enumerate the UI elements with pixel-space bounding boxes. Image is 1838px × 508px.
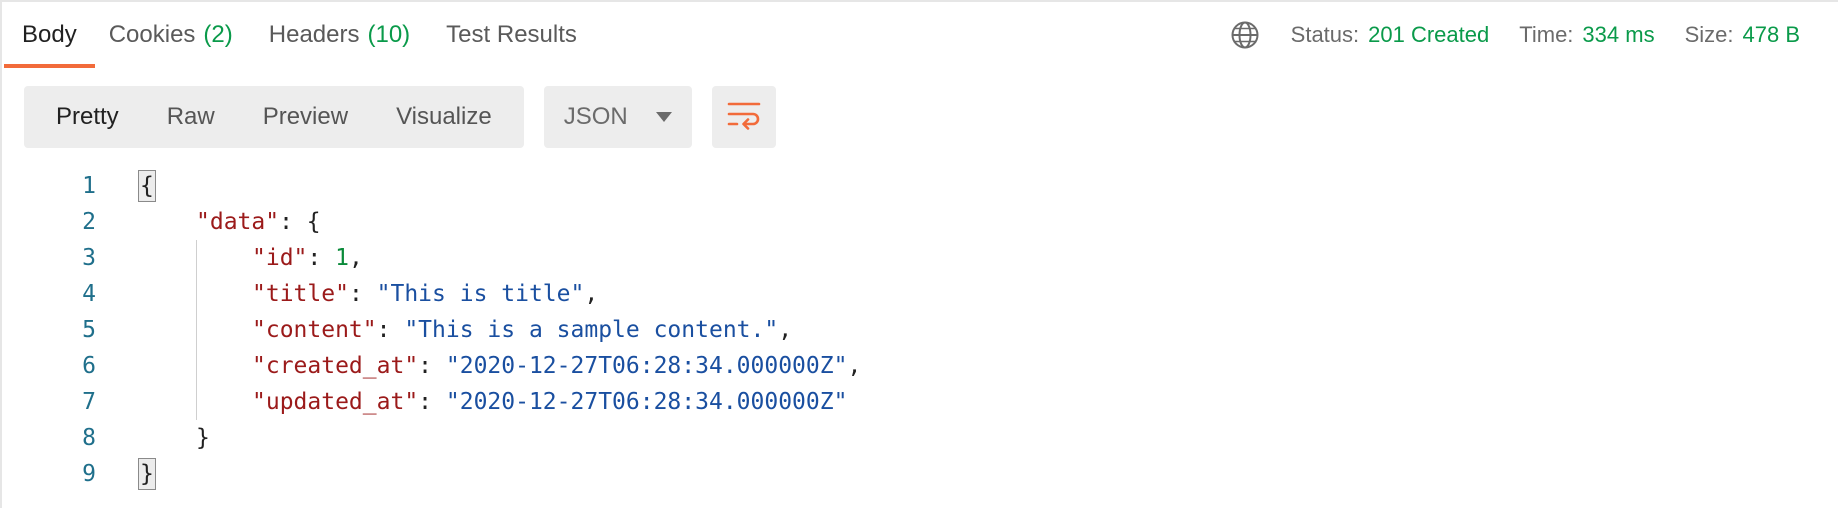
line-number: 3 <box>82 245 96 271</box>
close-brace: } <box>138 458 156 490</box>
view-preview-button[interactable]: Preview <box>239 94 372 140</box>
json-number: 1 <box>335 245 349 271</box>
view-visualize-button[interactable]: Visualize <box>372 94 516 140</box>
json-string: "2020-12-27T06:28:34.000000Z" <box>445 353 848 379</box>
format-select[interactable]: JSON <box>543 86 692 148</box>
line-number: 1 <box>82 173 96 199</box>
json-punctuation: , <box>778 317 793 343</box>
tab-headers-count: (10) <box>367 21 411 48</box>
response-body-editor[interactable]: 1 { 2 "data": { 3 "id": 1, 4 "title": "T… <box>2 168 1838 492</box>
json-punctuation: : <box>348 281 377 307</box>
format-select-value: JSON <box>563 103 628 130</box>
code-line: 3 "id": 1, <box>2 240 1838 276</box>
code-text: } <box>196 425 210 451</box>
code-text: "data": { <box>196 209 321 235</box>
code-line: 8 } <box>2 420 1838 456</box>
json-key: "data" <box>196 209 280 235</box>
status-label: Status: <box>1290 22 1360 47</box>
json-key: "id" <box>252 245 308 271</box>
json-key: "content" <box>252 317 377 343</box>
view-mode-segmented: Pretty Raw Preview Visualize <box>24 86 524 148</box>
code-line: 4 "title": "This is title", <box>2 276 1838 312</box>
code-text: "created_at": "2020-12-27T06:28:34.00000… <box>252 353 861 379</box>
json-punctuation: : { <box>279 209 321 235</box>
tab-body-label: Body <box>22 21 77 48</box>
code-text: "content": "This is a sample content.", <box>252 317 792 343</box>
chevron-down-icon <box>655 112 672 122</box>
json-key: "title" <box>252 281 349 307</box>
response-tabs: Body Cookies (2) Headers (10) Test Resul… <box>2 2 577 68</box>
json-punctuation: : <box>418 389 446 415</box>
tab-cookies[interactable]: Cookies (2) <box>109 2 233 68</box>
tab-headers[interactable]: Headers (10) <box>269 2 410 68</box>
line-number: 8 <box>82 425 96 451</box>
json-string: "This is a sample content." <box>404 317 779 343</box>
json-punctuation: : <box>418 353 446 379</box>
response-panel: Body Cookies (2) Headers (10) Test Resul… <box>0 0 1838 508</box>
json-punctuation: } <box>196 425 210 451</box>
time-value: 334 ms <box>1582 22 1655 47</box>
code-line: 2 "data": { <box>2 204 1838 240</box>
json-punctuation: : <box>307 245 336 271</box>
json-punctuation: , <box>348 245 363 271</box>
line-number: 4 <box>82 281 96 307</box>
status-readout[interactable]: Status: 201 Created <box>1291 22 1490 48</box>
status-value: 201 Created <box>1368 22 1490 47</box>
view-pretty-button[interactable]: Pretty <box>32 94 143 140</box>
view-raw-button[interactable]: Raw <box>143 94 239 140</box>
response-meta: Status: 201 Created Time: 334 ms Size: 4… <box>1229 2 1800 68</box>
tab-cookies-count: (2) <box>203 21 233 48</box>
code-text: "updated_at": "2020-12-27T06:28:34.00000… <box>252 389 847 415</box>
json-punctuation: , <box>847 353 862 379</box>
code-text: } <box>138 458 156 490</box>
json-string: "This is title" <box>376 281 585 307</box>
tab-cookies-label: Cookies <box>108 21 196 48</box>
json-key: "updated_at" <box>252 389 419 415</box>
body-view-toolbar: Pretty Raw Preview Visualize JSON <box>24 86 776 148</box>
size-value: 478 B <box>1742 22 1801 47</box>
json-punctuation: , <box>584 281 599 307</box>
code-text: "id": 1, <box>252 245 363 271</box>
size-readout[interactable]: Size: 478 B <box>1685 22 1800 48</box>
line-number: 7 <box>82 389 96 415</box>
code-line: 6 "created_at": "2020-12-27T06:28:34.000… <box>2 348 1838 384</box>
wrap-lines-button[interactable] <box>711 86 776 148</box>
code-line: 5 "content": "This is a sample content."… <box>2 312 1838 348</box>
time-label: Time: <box>1519 22 1574 47</box>
code-text: "title": "This is title", <box>252 281 598 307</box>
code-text: { <box>138 170 156 202</box>
tab-test-results-label: Test Results <box>446 21 577 48</box>
open-brace: { <box>138 170 156 202</box>
globe-icon[interactable] <box>1229 19 1261 51</box>
response-tab-bar: Body Cookies (2) Headers (10) Test Resul… <box>2 2 1838 68</box>
tab-body[interactable]: Body <box>4 2 95 68</box>
json-key: "created_at" <box>252 353 419 379</box>
code-line: 9 } <box>2 456 1838 492</box>
tab-headers-label: Headers <box>268 21 360 48</box>
code-line: 7 "updated_at": "2020-12-27T06:28:34.000… <box>2 384 1838 420</box>
wrap-lines-icon <box>727 100 761 135</box>
code-line: 1 { <box>2 168 1838 204</box>
line-number: 5 <box>82 317 96 343</box>
tab-test-results[interactable]: Test Results <box>446 2 577 68</box>
size-label: Size: <box>1684 22 1734 47</box>
line-number: 2 <box>82 209 96 235</box>
line-number: 9 <box>82 461 96 487</box>
json-punctuation: : <box>376 317 405 343</box>
time-readout[interactable]: Time: 334 ms <box>1519 22 1654 48</box>
json-string: "2020-12-27T06:28:34.000000Z" <box>445 389 848 415</box>
line-number: 6 <box>82 353 96 379</box>
